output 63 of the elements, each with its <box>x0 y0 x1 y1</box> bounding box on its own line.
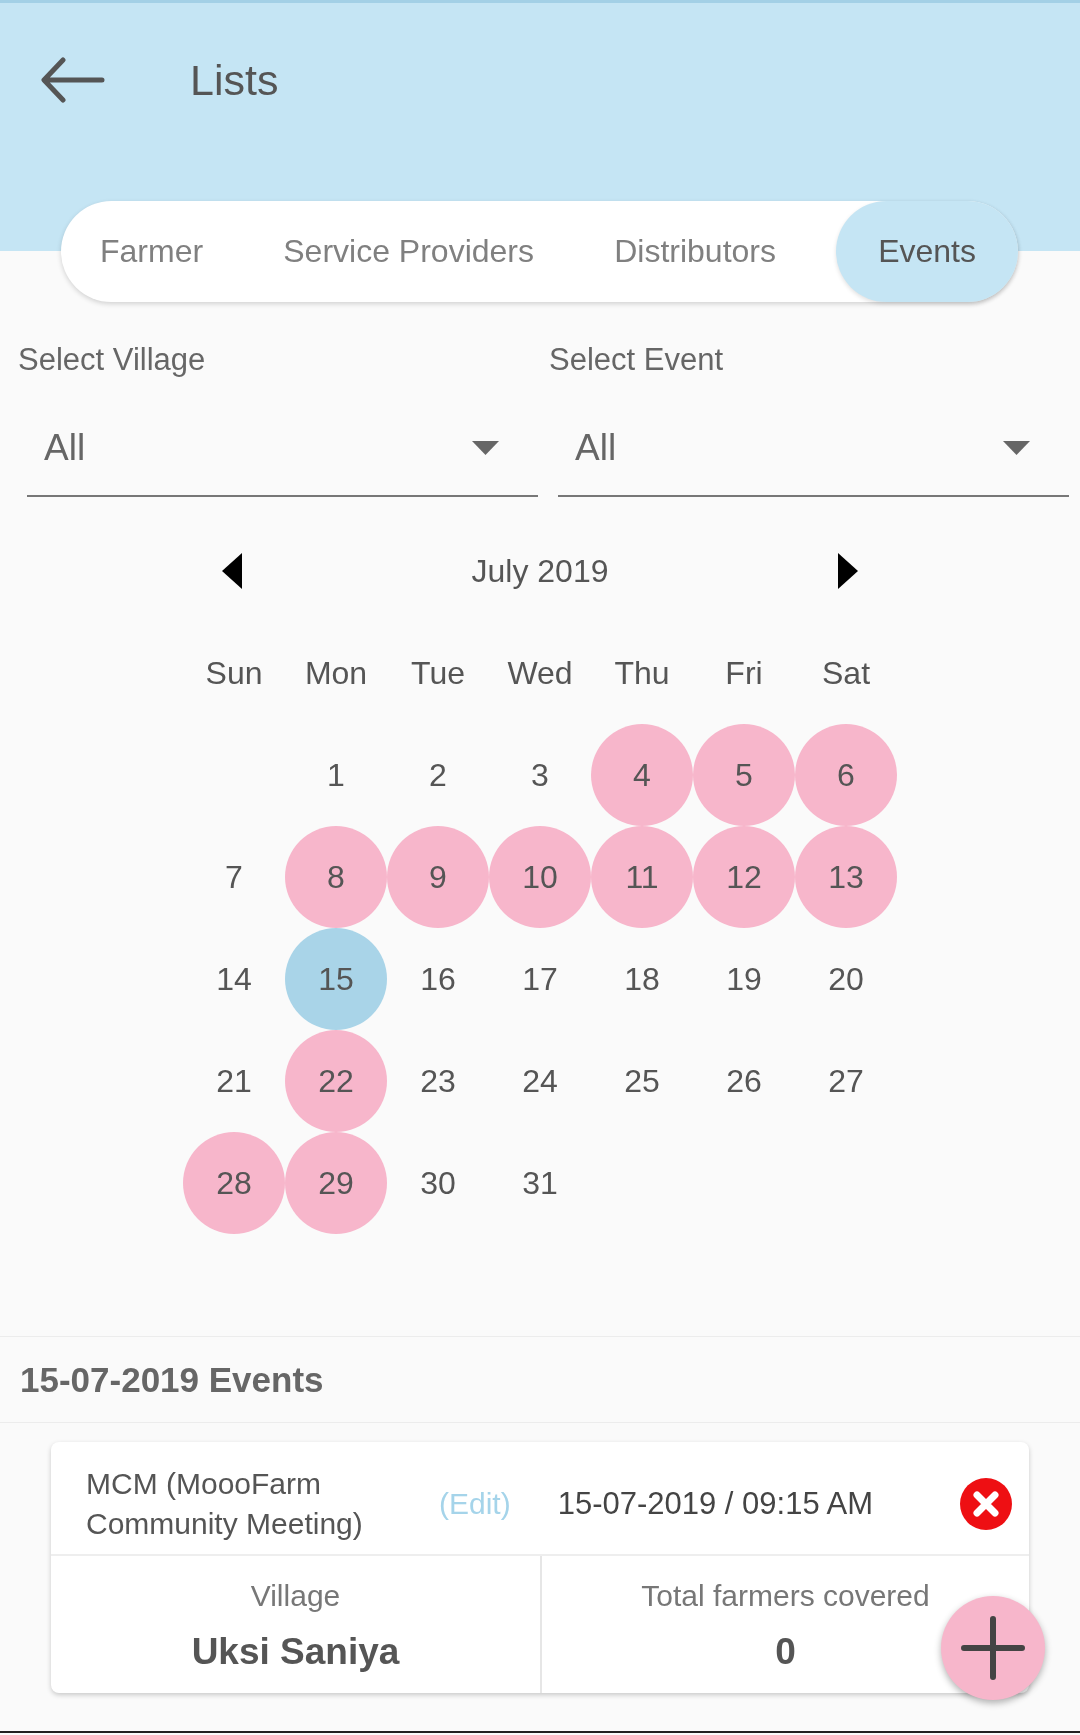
calendar-day[interactable]: 8 <box>285 826 387 928</box>
calendar-day[interactable]: 6 <box>795 724 897 826</box>
calendar-day[interactable]: 13 <box>795 826 897 928</box>
calendar-day[interactable]: 26 <box>693 1030 795 1132</box>
calendar-day[interactable]: 27 <box>795 1030 897 1132</box>
calendar-day[interactable]: 16 <box>387 928 489 1030</box>
close-icon[interactable] <box>960 1478 1012 1530</box>
calendar-day[interactable]: 9 <box>387 826 489 928</box>
caret-left-icon[interactable] <box>222 553 242 589</box>
calendar-day[interactable]: 7 <box>183 826 285 928</box>
weekday-label: Fri <box>724 653 764 693</box>
calendar-day[interactable]: 25 <box>591 1030 693 1132</box>
weekday-label: Wed <box>506 653 574 693</box>
calendar-day[interactable]: 29 <box>285 1132 387 1234</box>
section-heading: 15-07-2019 Events <box>19 1358 325 1401</box>
event-title: MCM (MoooFarm Community Meeting) <box>86 1466 364 1542</box>
field-label: Total farmers covered <box>641 1578 930 1614</box>
plus-icon <box>961 1616 1025 1680</box>
back-arrow-icon[interactable] <box>41 57 105 103</box>
weekday-label: Mon <box>303 653 369 693</box>
weekday-label: Tue <box>410 653 466 693</box>
weekday-label: Sat <box>821 653 871 693</box>
dropdown-field[interactable]: All <box>27 400 538 497</box>
filter-label: Select Event <box>549 341 725 379</box>
calendar-day[interactable]: 4 <box>591 724 693 826</box>
event-datetime: 15-07-2019 / 09:15 AM <box>557 1486 874 1522</box>
tab[interactable]: Service Providers <box>263 201 554 302</box>
dropdown-field[interactable]: All <box>558 400 1069 497</box>
field-value: Uksi Saniya <box>191 1630 400 1674</box>
calendar-day[interactable]: 18 <box>591 928 693 1030</box>
field-value: 0 <box>775 1630 796 1674</box>
calendar-day[interactable]: 31 <box>489 1132 591 1234</box>
calendar-day[interactable]: 17 <box>489 928 591 1030</box>
calendar-day[interactable]: 12 <box>693 826 795 928</box>
calendar-day[interactable]: 21 <box>183 1030 285 1132</box>
page-title: Lists <box>190 55 279 105</box>
calendar-day[interactable]: 1 <box>285 724 387 826</box>
caret-right-icon[interactable] <box>838 553 858 589</box>
calendar-day[interactable]: 30 <box>387 1132 489 1234</box>
calendar-day[interactable]: 14 <box>183 928 285 1030</box>
tab[interactable]: Farmer <box>80 201 224 302</box>
weekday-label: Thu <box>613 653 671 693</box>
tab[interactable]: Events <box>836 201 1018 302</box>
month-label: July 2019 <box>471 552 609 590</box>
calendar-day[interactable]: 24 <box>489 1030 591 1132</box>
calendar-day[interactable]: 10 <box>489 826 591 928</box>
calendar-day[interactable]: 20 <box>795 928 897 1030</box>
filter-label: Select Village <box>18 341 207 379</box>
calendar-day[interactable]: 2 <box>387 724 489 826</box>
calendar-day[interactable]: 23 <box>387 1030 489 1132</box>
calendar-day[interactable]: 28 <box>183 1132 285 1234</box>
calendar-day[interactable]: 11 <box>591 826 693 928</box>
calendar-day[interactable]: 22 <box>285 1030 387 1132</box>
weekday-label: Sun <box>204 653 264 693</box>
caret-down-icon <box>472 440 499 455</box>
add-button[interactable] <box>941 1596 1045 1700</box>
tab[interactable]: Distributors <box>594 201 796 302</box>
caret-down-icon <box>1003 440 1030 455</box>
field-label: Village <box>250 1578 341 1614</box>
calendar-day[interactable]: 3 <box>489 724 591 826</box>
calendar-day[interactable]: 15 <box>285 928 387 1030</box>
calendar-day[interactable]: 19 <box>693 928 795 1030</box>
calendar-day[interactable]: 5 <box>693 724 795 826</box>
